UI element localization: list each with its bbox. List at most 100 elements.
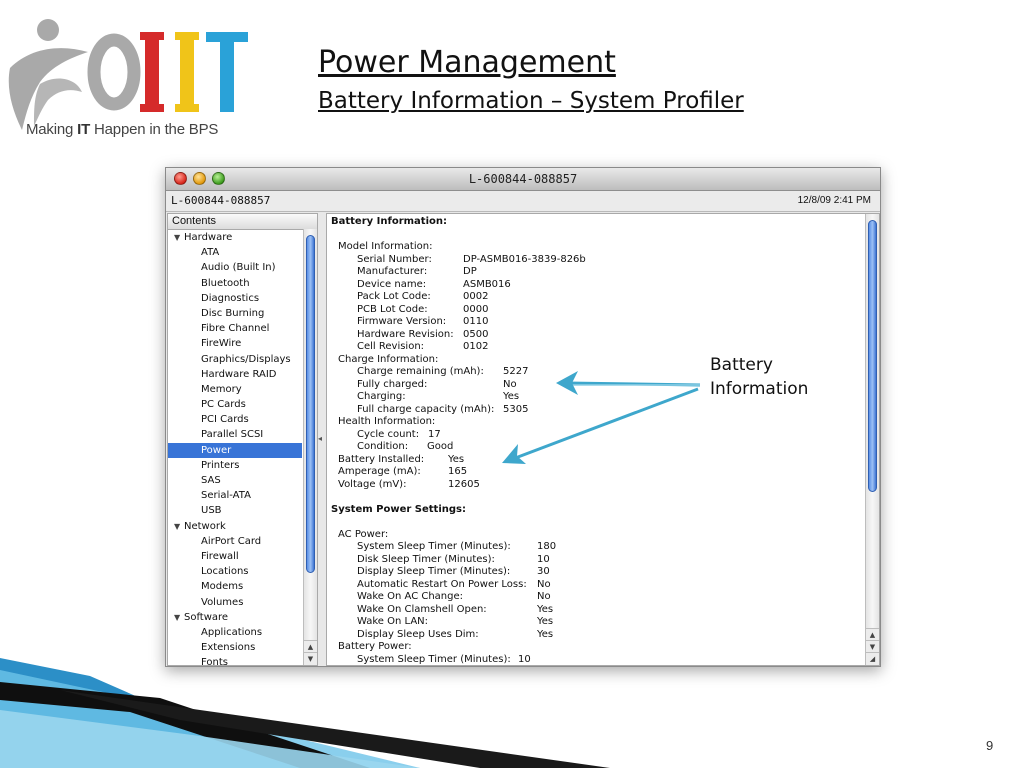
- tree-item-label: PC Cards: [201, 399, 246, 411]
- property-value: Yes: [537, 603, 554, 615]
- tree-item[interactable]: PC Cards: [168, 397, 302, 412]
- property-value: 0110: [463, 316, 489, 327]
- property-row: Display Sleep Timer (Minutes): 30: [331, 566, 861, 579]
- tree-item-label: Serial-ATA: [201, 490, 251, 502]
- tree-item-label: Applications: [201, 626, 263, 638]
- split-view-handle[interactable]: ◂: [318, 434, 322, 443]
- property-row: Hardware Revision: 0500: [331, 329, 861, 342]
- info-bar: L-600844-088857 12/8/09 2:41 PM: [166, 191, 880, 212]
- property-row: Firmware Version: 0110: [331, 316, 861, 329]
- tree-item[interactable]: Volumes: [168, 595, 302, 610]
- contents-sidebar: Contents ▼ Hardware ATA Audio (Built In) Blu…: [167, 213, 318, 666]
- tree-item-label: Hardware RAID: [201, 368, 277, 380]
- window-titlebar[interactable]: L-600844-088857: [166, 168, 880, 191]
- property-value: 180: [537, 541, 557, 552]
- system-profiler-window: L-600844-088857 L-600844-088857 12/8/09 …: [165, 167, 881, 667]
- property-row: Condition: Good: [331, 441, 861, 454]
- property-key: Voltage (mV):: [338, 478, 407, 490]
- tree-item[interactable]: Hardware RAID: [168, 367, 302, 382]
- tree-item[interactable]: Disc Burning: [168, 306, 302, 321]
- property-value: DP-ASMB016-3839-826b: [463, 253, 586, 265]
- contents-tree: ▼ Hardware ATA Audio (Built In) Bluetooth Dia…: [168, 230, 302, 665]
- tree-item-label: Software: [184, 611, 229, 623]
- sidebar-scroll-thumb[interactable]: [306, 235, 315, 573]
- property-key: System Sleep Timer (Minutes):: [357, 541, 511, 552]
- callout-text: Battery Information: [710, 355, 809, 399]
- property-key: Charge remaining (mAh):: [357, 366, 484, 377]
- property-key: Disk Sleep Timer (Minutes):: [357, 553, 495, 565]
- tree-item[interactable]: Audio (Built In): [168, 260, 302, 275]
- property-value: 0500: [463, 328, 489, 340]
- tree-group[interactable]: ▼ Software: [168, 610, 302, 625]
- property-key: Full charge capacity (mAh):: [357, 403, 495, 415]
- tree-item[interactable]: Modems: [168, 579, 302, 594]
- group-heading: AC Power:: [338, 528, 389, 540]
- detail-scrollbar[interactable]: ▲ ▼ ◢: [865, 214, 879, 665]
- property-key: Firmware Version:: [357, 316, 447, 327]
- tree-item[interactable]: ATA: [168, 245, 302, 260]
- decorative-swoosh: [0, 658, 610, 768]
- resize-grip-icon[interactable]: ◢: [866, 652, 879, 665]
- tree-item-label: Locations: [201, 566, 249, 578]
- tree-item[interactable]: Parallel SCSI: [168, 427, 302, 442]
- disclosure-triangle-icon[interactable]: ▼: [174, 519, 184, 534]
- property-row: Device name: ASMB016: [331, 279, 861, 292]
- tree-item[interactable]: Diagnostics: [168, 291, 302, 306]
- tree-item-label: Volumes: [201, 596, 244, 608]
- property-key: Device name:: [357, 278, 427, 290]
- property-row: Pack Lot Code: 0002: [331, 291, 861, 304]
- property-row: Voltage (mV): 12605: [331, 479, 861, 492]
- tree-item-label: PCI Cards: [201, 414, 249, 426]
- tree-item[interactable]: FireWire: [168, 336, 302, 351]
- detail-scroll-thumb[interactable]: [868, 220, 877, 492]
- property-key: Wake On AC Change:: [357, 591, 464, 602]
- disclosure-triangle-icon[interactable]: ▼: [174, 610, 184, 625]
- tree-item[interactable]: Fibre Channel: [168, 321, 302, 336]
- tree-item-label: Diagnostics: [201, 292, 260, 304]
- property-key: Serial Number:: [357, 253, 432, 265]
- tree-item[interactable]: AirPort Card: [168, 534, 302, 549]
- tree-item[interactable]: Power: [168, 442, 302, 458]
- disclosure-triangle-icon[interactable]: ▼: [174, 230, 184, 245]
- tree-item[interactable]: USB: [168, 503, 302, 518]
- tree-group[interactable]: ▼ Hardware: [168, 230, 302, 245]
- tree-item[interactable]: PCI Cards: [168, 412, 302, 427]
- tree-item[interactable]: Memory: [168, 382, 302, 397]
- tree-item-label: Printers: [201, 459, 240, 471]
- logo-letter-o: [87, 33, 141, 111]
- tree-item-label: Power: [201, 444, 232, 456]
- property-row: Wake On LAN: Yes: [331, 616, 861, 629]
- tree-item[interactable]: SAS: [168, 473, 302, 488]
- tree-item[interactable]: Locations: [168, 564, 302, 579]
- detail-pane: Battery Information: Model Information: Se…: [326, 213, 880, 666]
- tree-item[interactable]: Firewall: [168, 549, 302, 564]
- property-key: Cell Revision:: [357, 341, 425, 352]
- tree-item-label: USB: [201, 505, 222, 517]
- sidebar-scrollbar[interactable]: ▲ ▼: [303, 229, 317, 665]
- contents-header[interactable]: Contents: [168, 214, 317, 230]
- tree-item-label: Memory: [201, 383, 242, 395]
- tree-item-label: Firewall: [201, 550, 239, 562]
- tree-item[interactable]: Graphics/Displays: [168, 352, 302, 367]
- tree-group[interactable]: ▼ Network: [168, 519, 302, 534]
- tree-item-label: Parallel SCSI: [201, 429, 264, 441]
- property-row: System Sleep Timer (Minutes): 180: [331, 541, 861, 554]
- tree-item[interactable]: Bluetooth: [168, 276, 302, 291]
- tree-item-label: Modems: [201, 581, 244, 593]
- property-key: Condition:: [357, 441, 409, 452]
- property-value: Yes: [503, 391, 520, 402]
- section-title: Battery Information:: [331, 216, 448, 227]
- tree-item-label: Hardware: [184, 232, 233, 243]
- tree-item-label: SAS: [201, 475, 221, 486]
- property-row: Full charge capacity (mAh): 5305: [331, 404, 861, 417]
- property-key: Hardware Revision:: [357, 328, 454, 340]
- tree-item[interactable]: Applications: [168, 625, 302, 640]
- tree-item-label: Disc Burning: [201, 307, 265, 319]
- tree-item[interactable]: Printers: [168, 458, 302, 473]
- property-key: Wake On LAN:: [357, 616, 429, 627]
- property-value: Good: [427, 441, 454, 452]
- tree-item[interactable]: Serial-ATA: [168, 488, 302, 503]
- property-key: Amperage (mA):: [338, 466, 421, 477]
